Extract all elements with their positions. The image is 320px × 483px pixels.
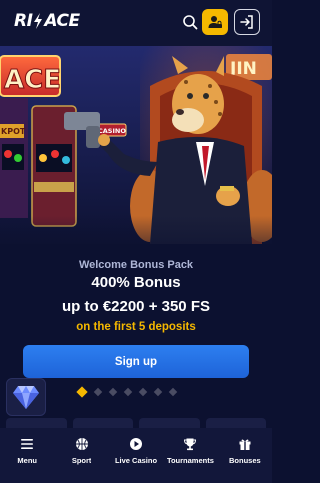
nav-item-live-casino[interactable]: Live Casino [109, 428, 163, 483]
nav-label: Menu [17, 456, 37, 465]
nav-label: Tournaments [166, 456, 214, 465]
nav-label: Sport [71, 456, 92, 465]
carousel-dot[interactable] [138, 387, 148, 397]
lightning-icon [34, 13, 43, 29]
basketball-icon [75, 438, 88, 450]
hero-banner[interactable]: ACE JIN KPOT CASINO [0, 46, 272, 244]
promo-terms: on the first 5 deposits [76, 321, 196, 333]
carousel-dot[interactable] [123, 387, 133, 397]
hero-illustration: ACE JIN KPOT CASINO [0, 46, 272, 244]
search-button[interactable] [177, 9, 203, 35]
next-section-peek [0, 418, 272, 428]
top-bar: RI ACE [0, 0, 272, 46]
floating-gem-button[interactable] [6, 378, 46, 416]
nav-label: Bonuses [228, 456, 261, 465]
nav-item-bonuses[interactable]: Bonuses [218, 428, 272, 483]
login-button[interactable] [234, 9, 260, 35]
logo[interactable]: RI ACE [14, 11, 80, 31]
gift-icon [239, 439, 251, 450]
nav-item-menu[interactable]: Menu [0, 428, 54, 483]
menu-icon [21, 439, 34, 449]
slot-label: KPOT [1, 127, 26, 136]
account-icon [208, 16, 222, 28]
nav-item-sport[interactable]: Sport [54, 428, 108, 483]
promo-headline: 400% Bonus [91, 274, 181, 291]
carousel-dot[interactable] [168, 387, 178, 397]
peek-card [205, 418, 266, 428]
account-button[interactable] [202, 9, 228, 35]
diamond-icon [13, 386, 39, 409]
peek-card [6, 418, 67, 428]
carousel-dot[interactable] [93, 387, 103, 397]
peek-card [139, 418, 200, 428]
login-icon [240, 15, 253, 29]
search-icon [183, 15, 198, 30]
carousel-dot[interactable] [153, 387, 163, 397]
promo-subtitle: Welcome Bonus Pack [78, 259, 194, 271]
hero-fade [0, 216, 272, 244]
promo-amount: up to €2200 + 350 FS [62, 298, 210, 315]
trophy-icon [184, 438, 197, 451]
nav-item-tournaments[interactable]: Tournaments [163, 428, 217, 483]
carousel-dots [76, 386, 178, 398]
carousel-dot[interactable] [108, 387, 118, 397]
neon-sign-left: ACE [4, 65, 61, 95]
bottom-nav: Menu Sport Live Casino Tournaments Bonus… [0, 428, 272, 483]
nav-label: Live Casino [114, 456, 158, 465]
peek-card [72, 418, 133, 428]
play-icon [130, 438, 143, 450]
cash-label: CASINO [98, 127, 126, 135]
carousel-dot[interactable] [76, 386, 88, 398]
logo-text-left: RI [14, 11, 33, 31]
signup-button[interactable]: Sign up [23, 345, 249, 378]
logo-text-right: ACE [44, 11, 80, 31]
